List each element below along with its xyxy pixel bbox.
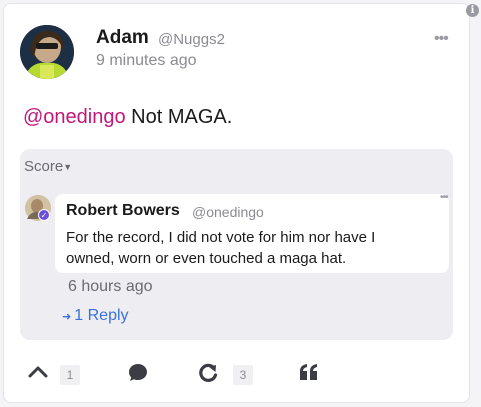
reply-author-name[interactable]: Robert Bowers: [66, 202, 180, 220]
avatar[interactable]: [20, 25, 74, 79]
sort-dropdown[interactable]: Score▼: [24, 158, 72, 175]
more-dots-icon[interactable]: •••: [434, 30, 449, 48]
reply-author-handle[interactable]: @onedingo: [192, 204, 264, 220]
reply-count-label: 1 Reply: [74, 307, 129, 324]
quote-icon[interactable]: [299, 363, 319, 386]
mention-link[interactable]: @onedingo: [23, 106, 126, 128]
verified-check-icon: ✓: [38, 209, 50, 221]
reply-more-dots-icon[interactable]: •••: [440, 192, 448, 203]
upvote-count: 1: [60, 365, 80, 385]
caret-down-icon: ▼: [63, 162, 73, 173]
action-bar: 1 3: [0, 360, 481, 390]
reshare-count: 3: [233, 365, 253, 385]
post-body: @onedingo Not MAGA.: [23, 106, 232, 129]
author-handle[interactable]: @Nuggs2: [158, 31, 225, 48]
reshare-arrow-icon[interactable]: [197, 362, 219, 389]
reply-arrow-icon: ➜: [62, 311, 75, 323]
info-icon[interactable]: i: [466, 4, 479, 17]
chevron-up-icon[interactable]: [28, 364, 48, 383]
post-text: Not MAGA.: [125, 106, 233, 128]
author-name[interactable]: Adam: [96, 27, 149, 49]
view-replies-link[interactable]: ➜ 1 Reply: [62, 307, 129, 325]
comment-bubble-icon[interactable]: [127, 362, 149, 389]
reply-text: For the record, I did not vote for him n…: [66, 229, 376, 267]
post-timestamp[interactable]: 9 minutes ago: [96, 52, 197, 70]
sort-label: Score: [24, 158, 64, 175]
reply-timestamp[interactable]: 6 hours ago: [68, 278, 153, 296]
